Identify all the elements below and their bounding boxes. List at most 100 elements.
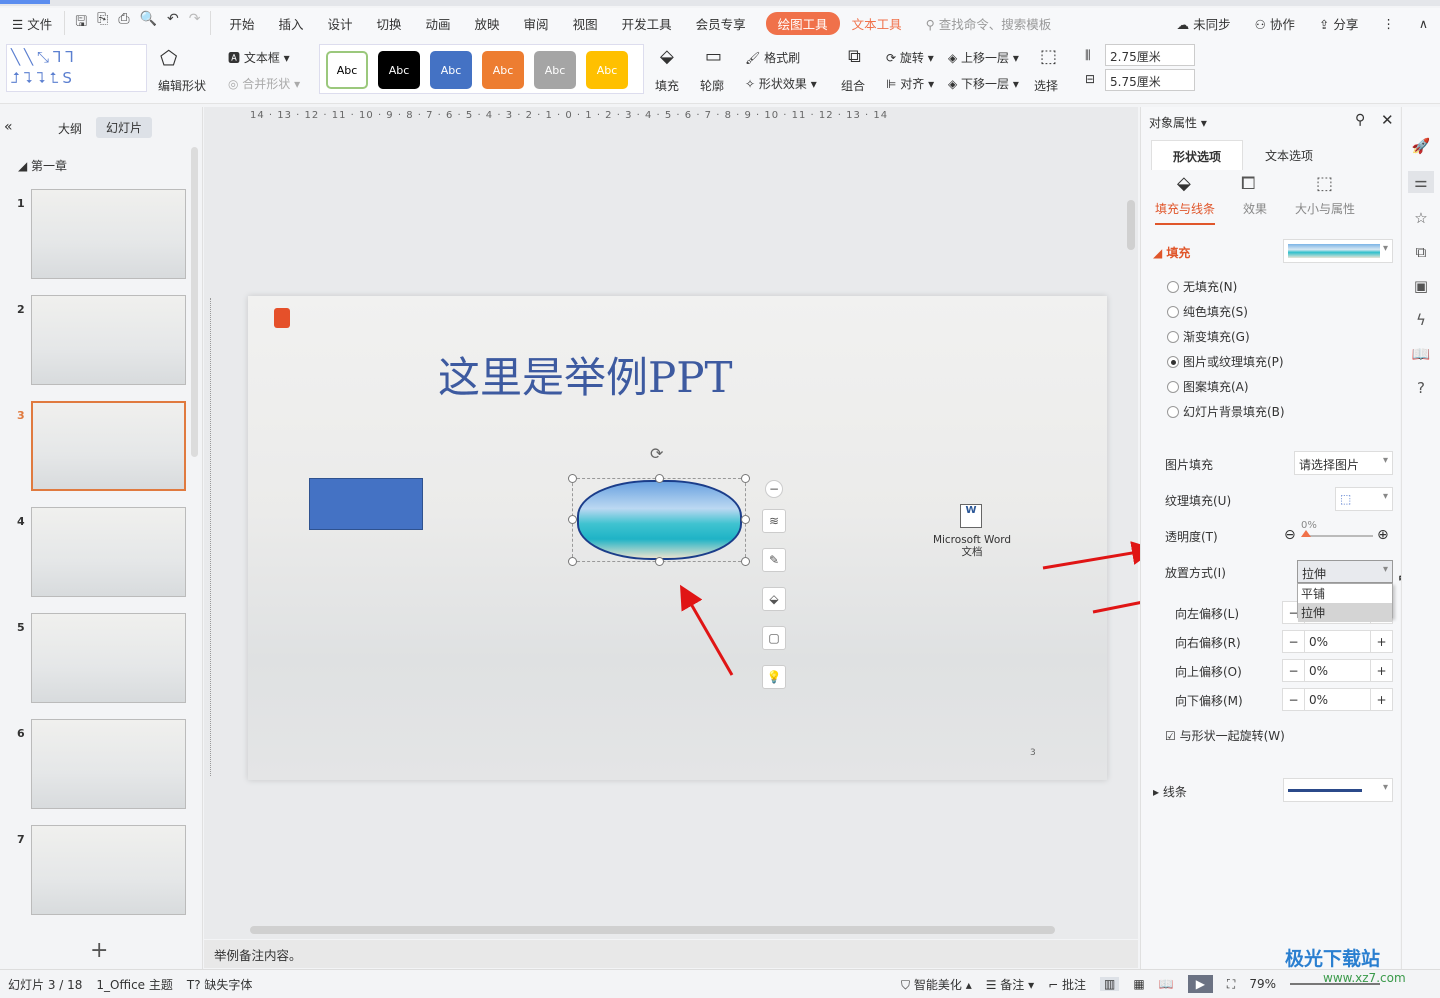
- normal-view-icon[interactable]: ▥: [1100, 977, 1120, 991]
- decrement-button[interactable]: −: [1283, 660, 1305, 681]
- fill-option-radio[interactable]: 图案填充(A): [1167, 378, 1249, 395]
- beautify-button[interactable]: ⛉ 智能美化 ▴: [901, 976, 972, 993]
- tab-shape-options[interactable]: 形状选项: [1151, 140, 1243, 170]
- decrement-button[interactable]: −: [1283, 689, 1305, 710]
- radio-circle: [1167, 305, 1179, 318]
- notes-button[interactable]: ☰ 备注 ▾: [986, 976, 1034, 993]
- line-section-label: 线条: [1162, 785, 1187, 799]
- transparency-slider[interactable]: [1301, 530, 1373, 537]
- play-button[interactable]: ▶: [1187, 975, 1213, 993]
- fill-option-label: 幻灯片背景填充(B): [1183, 405, 1285, 419]
- fill-option-label: 渐变填充(G): [1183, 330, 1250, 344]
- slide-counter: 幻灯片 3 / 18: [8, 977, 83, 992]
- settings-sliders-icon[interactable]: ⚌: [1408, 171, 1434, 193]
- increment-button[interactable]: +: [1370, 660, 1392, 681]
- panel-title-label: 对象属性: [1149, 116, 1198, 130]
- radio-circle: [1167, 330, 1179, 343]
- placement-dropdown[interactable]: 拉伸: [1297, 560, 1393, 583]
- fill-option-radio[interactable]: 图片或纹理填充(P): [1167, 353, 1284, 370]
- decrement-button[interactable]: −: [1283, 631, 1305, 652]
- fill-option-label: 图片或纹理填充(P): [1183, 355, 1284, 369]
- star-icon[interactable]: ☆: [1414, 209, 1427, 227]
- watermark-logo: 极光下载站 www.xz7.com: [1285, 948, 1406, 985]
- rotate-with-shape-label: 与形状一起旋转(W): [1179, 729, 1285, 743]
- radio-circle: [1167, 280, 1179, 293]
- transparency-label: 透明度(T): [1165, 530, 1218, 544]
- book-search-icon[interactable]: 📖: [1412, 345, 1431, 363]
- texture-fill-label: 纹理填充(U): [1165, 494, 1232, 508]
- beautify-label: 智能美化: [913, 977, 962, 992]
- comments-button[interactable]: ⌐ 批注: [1048, 976, 1086, 993]
- placement-option-stretch[interactable]: 拉伸: [1298, 603, 1392, 622]
- missing-font-label: 缺失字体: [204, 977, 253, 992]
- rotate-with-shape-checkbox[interactable]: ☑ 与形状一起旋转(W): [1165, 727, 1285, 744]
- placement-label: 放置方式(I): [1165, 566, 1226, 580]
- increment-button[interactable]: +: [1370, 689, 1392, 710]
- radio-circle: [1167, 405, 1179, 418]
- subtab-size[interactable]: 大小与属性: [1295, 200, 1355, 217]
- fit-icon[interactable]: ⛶: [1227, 977, 1235, 992]
- notes-area[interactable]: 举例备注内容。: [204, 940, 1138, 968]
- offset-value[interactable]: 0%: [1305, 631, 1370, 652]
- status-bar: 幻灯片 3 / 18 1_Office 主题 T? 缺失字体 ⛉ 智能美化 ▴ …: [0, 969, 1440, 998]
- properties-panel: 对象属性 ▾ ⚲ ✕ 形状选项 文本选项 ⬙ ⧠ ⬚ 填充与线条 效果 大小与属…: [1140, 107, 1410, 969]
- comments-label: 批注: [1062, 977, 1087, 992]
- offset-label: 向上偏移(O): [1175, 665, 1242, 679]
- fill-option-radio[interactable]: 渐变填充(G): [1167, 328, 1250, 345]
- offset-stepper[interactable]: −0%+: [1282, 659, 1393, 682]
- radio-circle: [1167, 380, 1179, 393]
- fill-section-label: 填充: [1166, 246, 1191, 260]
- fill-option-label: 无填充(N): [1183, 280, 1238, 294]
- offset-stepper[interactable]: −0%+: [1282, 688, 1393, 711]
- side-toolbar: 🚀 ⚌ ☆ ⧉ ▣ ϟ 📖 ?: [1401, 107, 1440, 969]
- transparency-minus-icon[interactable]: ⊖: [1284, 527, 1296, 543]
- line-style-dropdown[interactable]: [1283, 778, 1393, 802]
- fill-option-label: 图案填充(A): [1183, 380, 1249, 394]
- fill-option-label: 纯色填充(S): [1183, 305, 1248, 319]
- radio-circle: [1167, 355, 1179, 368]
- line-section-header[interactable]: ▸ 线条: [1153, 783, 1187, 800]
- image-tools-icon[interactable]: ▣: [1414, 277, 1428, 295]
- subtab-fill-line[interactable]: 填充与线条: [1155, 200, 1216, 225]
- fill-preview-image: [1288, 244, 1380, 258]
- red-arrow: [1042, 541, 1156, 570]
- picture-fill-dropdown[interactable]: 请选择图片: [1294, 451, 1393, 475]
- transition-icon[interactable]: ⧉: [1416, 243, 1427, 261]
- rocket-icon[interactable]: 🚀: [1412, 137, 1431, 155]
- pin-icon[interactable]: ⚲: [1355, 112, 1365, 128]
- transparency-thumb[interactable]: [1301, 530, 1311, 537]
- reading-view-icon[interactable]: 📖: [1159, 977, 1174, 991]
- red-arrow: [680, 584, 734, 676]
- picture-fill-label: 图片填充: [1165, 458, 1214, 472]
- fill-option-radio[interactable]: 无填充(N): [1167, 278, 1237, 295]
- close-icon[interactable]: ✕: [1381, 111, 1394, 129]
- sorter-view-icon[interactable]: ▦: [1133, 977, 1144, 991]
- offset-label: 向右偏移(R): [1175, 636, 1241, 650]
- offset-value[interactable]: 0%: [1305, 689, 1370, 710]
- offset-stepper[interactable]: −0%+: [1282, 630, 1393, 653]
- tab-text-options[interactable]: 文本选项: [1265, 147, 1313, 164]
- transparency-plus-icon[interactable]: ⊕: [1377, 527, 1389, 543]
- fill-section-header[interactable]: ◢ 填充: [1153, 244, 1190, 261]
- lightning-icon[interactable]: ϟ: [1416, 311, 1426, 329]
- fill-line-icon: ⬙: [1177, 173, 1191, 194]
- fill-preview-dropdown[interactable]: [1283, 239, 1393, 263]
- increment-button[interactable]: +: [1370, 631, 1392, 652]
- offset-label: 向下偏移(M): [1175, 694, 1243, 708]
- fill-option-radio[interactable]: 纯色填充(S): [1167, 303, 1248, 320]
- notes-label: 备注: [1000, 977, 1025, 992]
- theme-name[interactable]: 1_Office 主题: [96, 976, 172, 993]
- panel-title[interactable]: 对象属性 ▾: [1149, 114, 1207, 131]
- placement-option-tile[interactable]: 平铺: [1298, 584, 1392, 603]
- size-icon: ⬚: [1316, 173, 1334, 194]
- line-preview: [1288, 789, 1362, 792]
- texture-fill-dropdown[interactable]: ⬚: [1335, 487, 1393, 511]
- effect-icon: ⧠: [1241, 173, 1256, 194]
- fill-option-radio[interactable]: 幻灯片背景填充(B): [1167, 403, 1285, 420]
- missing-font-button[interactable]: T? 缺失字体: [187, 976, 253, 993]
- placement-options-list: 平铺 拉伸: [1297, 583, 1393, 622]
- zoom-level[interactable]: 79%: [1249, 977, 1276, 991]
- subtab-effect[interactable]: 效果: [1243, 200, 1267, 217]
- offset-value[interactable]: 0%: [1305, 660, 1370, 681]
- help-icon[interactable]: ?: [1417, 379, 1425, 397]
